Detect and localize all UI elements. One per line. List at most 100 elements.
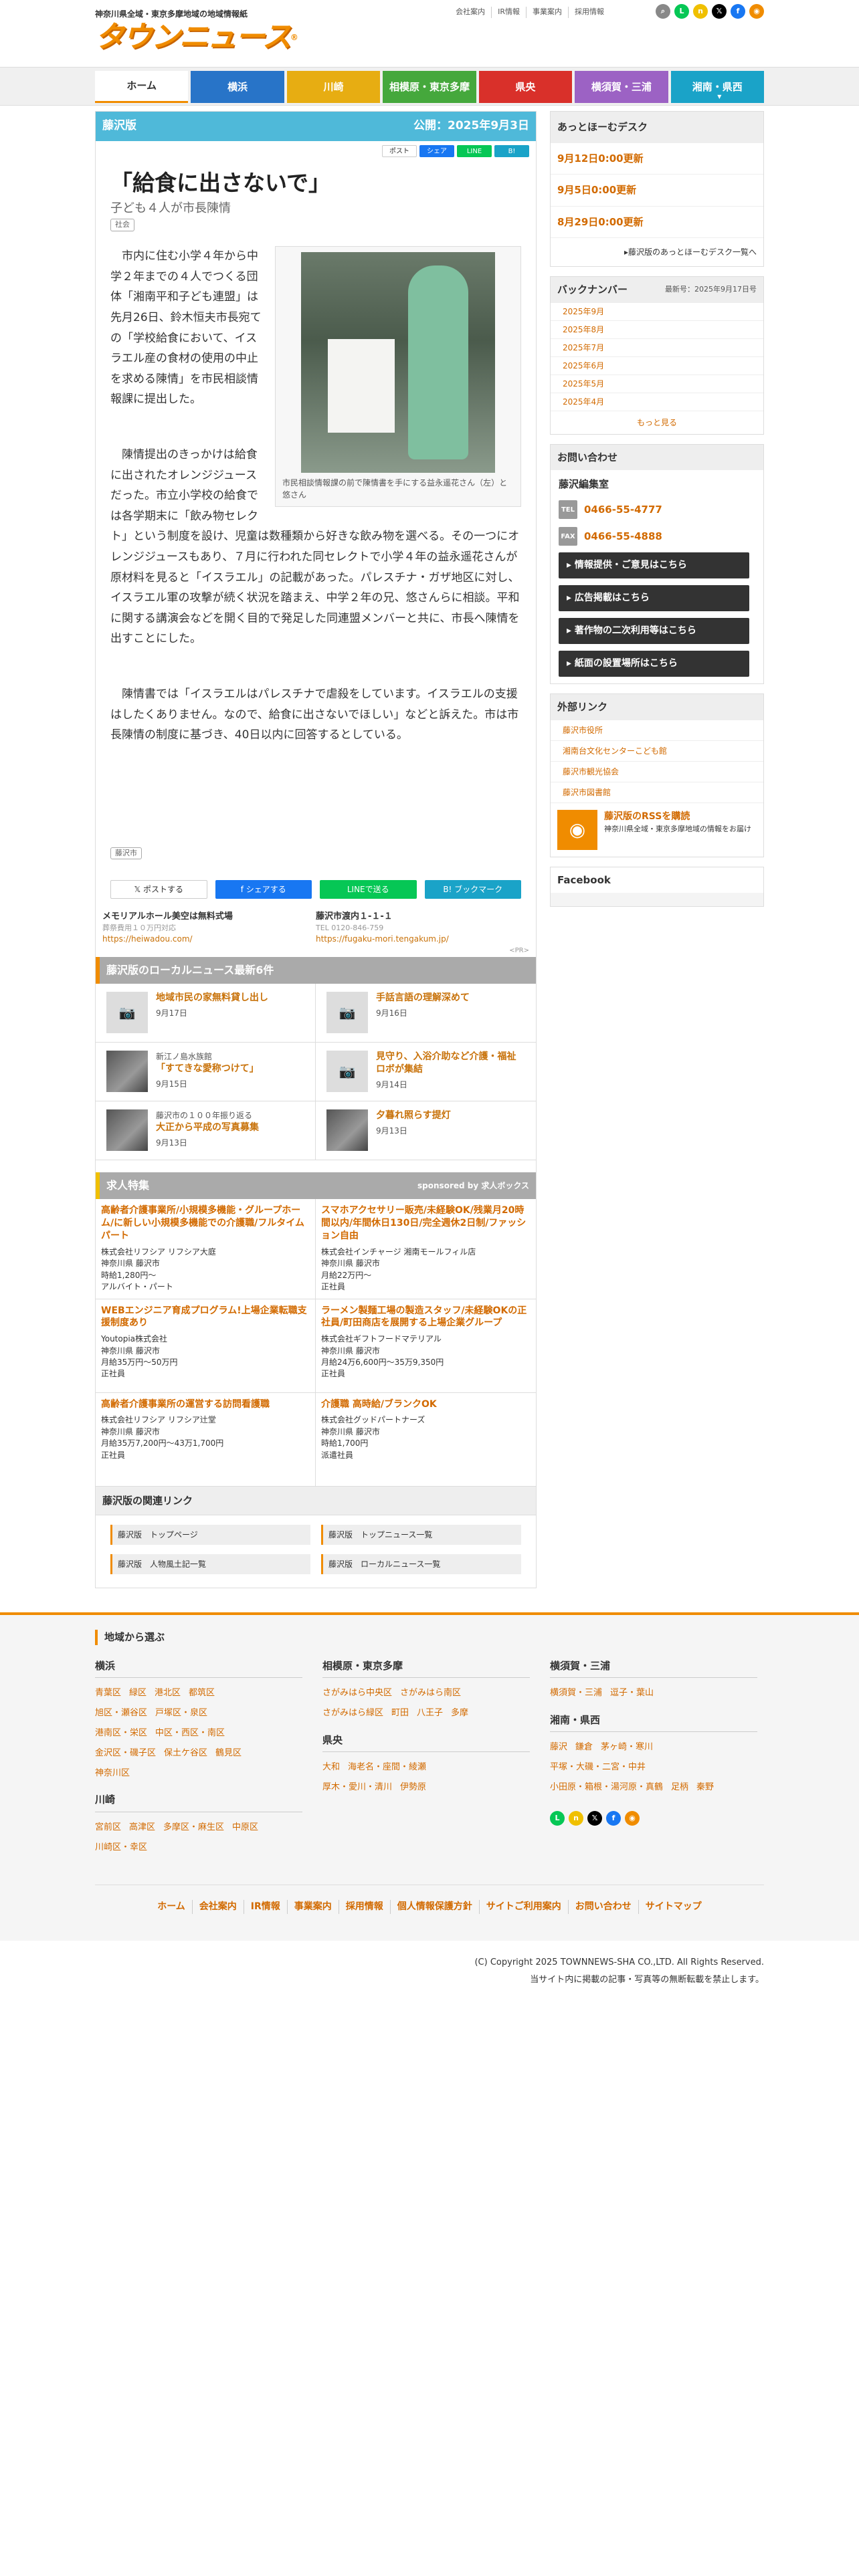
area-link[interactable]: 都筑区 [189,1688,215,1698]
area-link[interactable]: 金沢区・磯子区 [95,1748,156,1758]
x-icon[interactable]: 𝕏 [712,4,727,19]
ad-item[interactable]: 藤沢市渡内１-１-１ TEL 0120-846-759 https://fuga… [316,911,529,945]
news-item[interactable]: 新江ノ島水族館 「すてきな愛称つけて」 9月15日 [96,1043,316,1102]
ext-link[interactable]: 藤沢市図書館 [551,782,763,803]
search-icon[interactable]: ⌕ [656,4,670,19]
area-link[interactable]: 逗子・葉山 [610,1688,654,1698]
area-link[interactable]: 保土ケ谷区 [164,1748,207,1758]
area-link[interactable]: 小田原・箱根・湯河原・真鶴 [550,1782,663,1792]
nav-kawasaki[interactable]: 川崎 [286,71,381,103]
area-link[interactable]: 多摩区・麻生区 [163,1822,224,1832]
share-line-small[interactable]: LINE [457,145,492,157]
line-icon[interactable]: L [550,1811,565,1826]
area-link[interactable]: 八王子 [417,1708,443,1718]
backnumber-item[interactable]: 2025年6月 [551,357,763,375]
toplink-ir[interactable]: IR情報 [491,7,526,18]
contact-location-button[interactable]: ▸ 紙面の設置場所はこちら [559,651,749,677]
area-link[interactable]: 鶴見区 [215,1748,242,1758]
x-icon[interactable]: 𝕏 [587,1811,602,1826]
share-facebook-small[interactable]: シェア [419,145,454,157]
share-line-button[interactable]: LINEで送る [320,879,417,899]
backnumber-item[interactable]: 2025年7月 [551,339,763,357]
facebook-icon[interactable]: f [731,4,745,19]
area-link[interactable]: 伊勢原 [400,1782,426,1792]
area-link[interactable]: さがみはら中央区 [322,1688,392,1698]
footer-link[interactable]: IR情報 [243,1899,287,1914]
footer-link[interactable]: 個人情報保護方針 [389,1899,479,1914]
area-link[interactable]: 町田 [391,1708,409,1718]
desk-item[interactable]: 9月12日0:00更新 [551,143,763,175]
ad-item[interactable]: メモリアルホール美空は無料式場 葬祭費用１０万円対応 https://heiwa… [102,911,316,945]
area-link[interactable]: 厚木・愛川・清川 [322,1782,392,1792]
desk-item[interactable]: 8月29日0:00更新 [551,207,763,238]
area-link[interactable]: 大和 [322,1762,340,1772]
ext-link[interactable]: 湘南台文化センターこども館 [551,741,763,762]
job-item[interactable]: 高齢者介護事業所/小規模多機能・グループホーム/に新しい小規模多機能での介護職/… [96,1199,316,1299]
nav-shonan[interactable]: 湘南・県西 ▼ [670,71,764,103]
ext-link[interactable]: 藤沢市役所 [551,720,763,741]
site-logo[interactable]: タウンニュース® [95,20,298,55]
news-item[interactable]: 夕暮れ照らす提灯 9月13日 [316,1101,536,1161]
rss-subscribe[interactable]: ◉ 藤沢版のRSSを購読 神奈川県全域・東京多摩地域の情報をお届け [551,803,763,857]
area-link[interactable]: 港南区・栄区 [95,1728,147,1738]
related-link[interactable]: 藤沢版 ローカルニュース一覧 [321,1554,521,1575]
contact-info-button[interactable]: ▸ 情報提供・ご意見はこちら [559,552,749,578]
area-link[interactable]: 青葉区 [95,1688,121,1698]
job-item[interactable]: スマホアクセサリー販売/未経験OK/残業月20時間以内/年間休日130日/完全週… [316,1199,536,1299]
footer-link[interactable]: 会社案内 [191,1899,244,1914]
area-link[interactable]: さがみはら緑区 [322,1708,383,1718]
area-link[interactable]: 藤沢 [550,1742,567,1752]
share-facebook-button[interactable]: f シェアする [215,879,312,899]
job-item[interactable]: ラーメン製麺工場の製造スタッフ/未経験OKの正社員/町田商店を展開する上場企業グ… [316,1299,536,1393]
note-icon[interactable]: n [569,1811,583,1826]
nav-kenou[interactable]: 県央 [478,71,573,103]
note-icon[interactable]: n [693,4,708,19]
rss-icon[interactable]: ◉ [625,1811,640,1826]
job-item[interactable]: 介護職 高時給/ブランクOK 株式会社グッドパートナーズ 神奈川県 藤沢市 時給1,7… [316,1393,536,1487]
share-x-button[interactable]: 𝕏 ポストする [110,879,207,899]
nav-sagamihara[interactable]: 相模原・東京多摩 [383,71,476,103]
contact-ad-button[interactable]: ▸ 広告掲載はこちら [559,585,749,611]
footer-link[interactable]: ホーム [151,1900,192,1914]
area-link[interactable]: 緑区 [129,1688,147,1698]
news-item[interactable]: 📷 手話言語の理解深めて 9月16日 [316,984,536,1043]
related-link[interactable]: 藤沢版 人物風土記一覧 [110,1554,310,1575]
news-item[interactable]: 📷 地域市民の家無料貸し出し 9月17日 [96,984,316,1043]
area-link[interactable]: 中原区 [232,1822,258,1832]
area-link[interactable]: 戸塚区・泉区 [155,1708,207,1718]
share-x-small[interactable]: ポスト [382,145,417,157]
backnumber-more[interactable]: もっと見る [551,411,763,434]
area-link[interactable]: 旭区・瀬谷区 [95,1708,147,1718]
area-link[interactable]: 茅ヶ崎・寒川 [601,1742,653,1752]
toplink-business[interactable]: 事業案内 [526,7,568,18]
related-link[interactable]: 藤沢版 トップページ [110,1525,310,1545]
area-link[interactable]: 鎌倉 [575,1742,593,1752]
toplink-company[interactable]: 会社案内 [450,7,491,18]
area-link[interactable]: 神奈川区 [95,1768,130,1778]
job-item[interactable]: 高齢者介護事業所の運営する訪問看護職 株式会社リフシア リフシア辻堂 神奈川県 藤沢… [96,1392,316,1487]
facebook-icon[interactable]: f [606,1811,621,1826]
news-item[interactable]: 📷 見守り、入浴介助など介護・福祉ロボが集結 9月14日 [316,1043,536,1102]
backnumber-item[interactable]: 2025年9月 [551,303,763,321]
area-link[interactable]: さがみはら南区 [400,1688,461,1698]
area-link[interactable]: 多摩 [451,1708,468,1718]
area-link[interactable]: 高津区 [129,1822,155,1832]
area-link[interactable]: 中区・西区・南区 [155,1728,225,1738]
footer-link[interactable]: サイトマップ [638,1899,708,1914]
nav-yokosuka[interactable]: 横須賀・三浦 [575,71,668,103]
line-icon[interactable]: L [674,4,689,19]
category-tag[interactable]: 社会 [110,219,134,231]
footer-link[interactable]: サイトご利用案内 [478,1899,568,1914]
area-link[interactable]: 海老名・座間・綾瀬 [348,1762,426,1772]
job-item[interactable]: WEBエンジニア育成プログラム!上場企業転職支援制度あり Youtopia株式会社… [96,1299,316,1393]
contact-copyright-button[interactable]: ▸ 著作物の二次利用等はこちら [559,618,749,644]
area-link[interactable]: 足柄 [671,1782,688,1792]
rss-icon[interactable]: ◉ [749,4,764,19]
area-link[interactable]: 横須賀・三浦 [550,1688,602,1698]
area-link[interactable]: 港北区 [155,1688,181,1698]
related-link[interactable]: 藤沢版 トップニュース一覧 [321,1525,521,1545]
tel-number[interactable]: TEL 0466-55-4777 [559,500,755,519]
photo-image[interactable] [301,252,495,473]
backnumber-item[interactable]: 2025年4月 [551,393,763,411]
area-link[interactable]: 秦野 [696,1782,714,1792]
